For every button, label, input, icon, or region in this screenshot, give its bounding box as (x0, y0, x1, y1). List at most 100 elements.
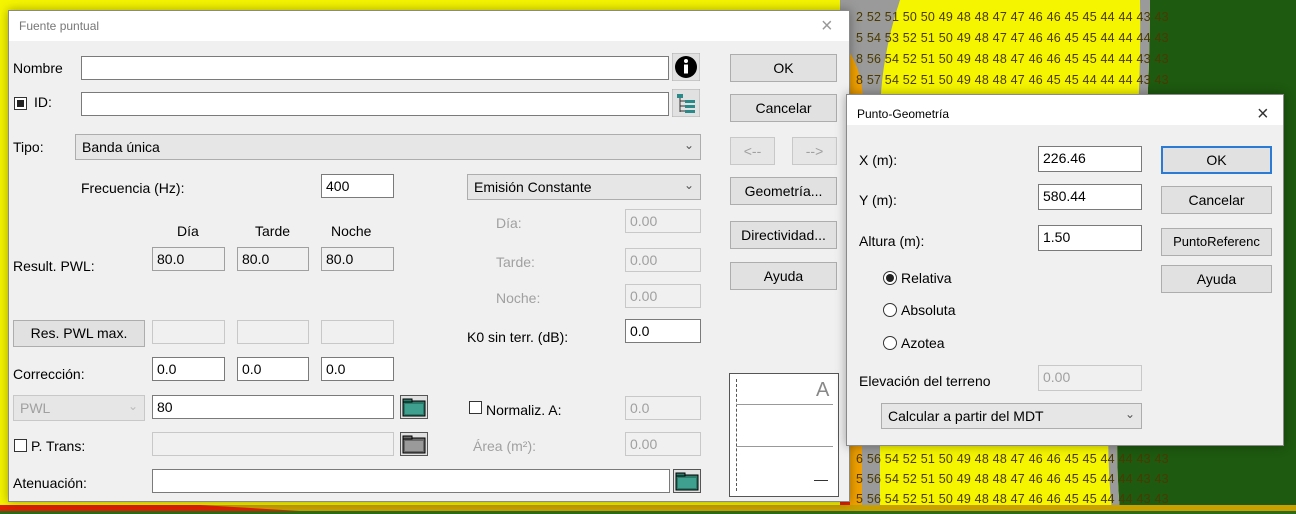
map-row-text: 5 56 54 52 51 50 49 48 48 47 46 46 45 45… (856, 492, 1169, 506)
id-input[interactable] (81, 92, 669, 116)
folder-icon (400, 432, 428, 456)
chevron-down-icon: ⌄ (127, 399, 138, 413)
preview-mark (814, 480, 828, 481)
map-row-text: 2 52 51 50 50 49 48 48 47 47 46 46 45 45… (856, 10, 1169, 24)
chevron-down-icon: ⌄ (1124, 407, 1135, 421)
frecuencia-input[interactable]: 400 (321, 174, 394, 198)
prev-button: <-- (730, 137, 775, 165)
ptrans-input (152, 432, 394, 456)
pwl-input[interactable]: 80 (152, 395, 394, 419)
ayuda-button[interactable]: Ayuda (730, 262, 837, 290)
ayuda-button[interactable]: Ayuda (1161, 265, 1272, 293)
info-icon[interactable] (672, 53, 700, 81)
frecuencia-label: Frecuencia (Hz): (81, 180, 185, 196)
x-input[interactable]: 226.46 (1038, 146, 1142, 172)
normaliz-label: Normaliz. A: (486, 402, 562, 418)
correccion-label: Corrección: (13, 366, 85, 382)
cancelar-button[interactable]: Cancelar (1161, 186, 1272, 214)
emision-select-value: Emisión Constante (474, 179, 592, 195)
cancelar-button[interactable]: Cancelar (730, 94, 837, 122)
result-pwl-tarde: 80.0 (237, 247, 309, 271)
id-checkbox[interactable] (14, 97, 27, 110)
emision-tarde-input: 0.00 (625, 248, 701, 272)
area-input: 0.00 (625, 432, 701, 456)
elevacion-input: 0.00 (1038, 365, 1142, 391)
col-tarde-header: Tarde (255, 223, 291, 239)
res-pwl-max-dia (152, 320, 225, 344)
preview-letter: A (816, 379, 830, 401)
col-dia-header: Día (177, 223, 199, 239)
result-pwl-noche: 80.0 (321, 247, 394, 271)
map-row-text: 5 54 53 52 51 50 49 48 47 47 46 46 45 45… (856, 31, 1169, 45)
y-input[interactable]: 580.44 (1038, 184, 1142, 210)
ptrans-checkbox[interactable] (14, 439, 27, 452)
normaliz-input: 0.0 (625, 396, 701, 420)
emision-tarde-label: Tarde: (496, 254, 535, 270)
k0-label: K0 sin terr. (dB): (467, 329, 569, 345)
correccion-tarde[interactable]: 0.0 (237, 357, 309, 381)
directividad-button[interactable]: Directividad... (730, 221, 837, 249)
res-pwl-max-noche (321, 320, 394, 344)
dialog-titlebar: Fuente puntual × (9, 11, 849, 41)
tipo-select[interactable]: Banda única ⌄ (75, 134, 701, 160)
emision-select[interactable]: Emisión Constante ⌄ (467, 174, 701, 200)
res-pwl-max-tarde (237, 320, 309, 344)
absoluta-radio[interactable] (883, 303, 897, 317)
tipo-label: Tipo: (13, 139, 44, 155)
tree-list-icon[interactable] (672, 89, 700, 117)
normaliz-checkbox[interactable] (469, 401, 482, 414)
map-row-text: 8 57 54 52 51 50 49 48 48 47 46 45 45 44… (856, 73, 1169, 87)
preview-axis (736, 379, 737, 491)
result-pwl-label: Result. PWL: (13, 258, 95, 274)
punto-referencia-button[interactable]: PuntoReferenc (1161, 228, 1272, 256)
next-button: --> (792, 137, 837, 165)
nombre-input[interactable] (81, 56, 669, 80)
correccion-noche[interactable]: 0.0 (321, 357, 394, 381)
folder-icon[interactable] (673, 469, 701, 493)
calcular-select[interactable]: Calcular a partir del MDT ⌄ (881, 403, 1142, 429)
emision-noche-label: Noche: (496, 290, 541, 306)
map-row-text: 5 56 54 52 51 50 49 48 48 47 46 46 45 45… (856, 472, 1169, 486)
id-label: ID: (34, 94, 52, 110)
atenuacion-input[interactable] (152, 469, 670, 493)
res-pwl-max-button[interactable]: Res. PWL max. (13, 320, 145, 347)
preview-line (736, 446, 833, 447)
calcular-select-value: Calcular a partir del MDT (888, 408, 1044, 424)
emision-noche-input: 0.00 (625, 284, 701, 308)
close-icon[interactable]: × (821, 16, 833, 36)
tipo-select-value: Banda única (82, 139, 160, 155)
geometria-button[interactable]: Geometría... (730, 177, 837, 205)
pwl-select-value: PWL (20, 400, 51, 416)
dialog-titlebar: Punto-Geometría × (847, 95, 1283, 125)
elevacion-label: Elevación del terreno (859, 373, 991, 389)
x-label: X (m): (859, 152, 898, 168)
close-icon[interactable]: × (1257, 104, 1269, 124)
absoluta-label: Absoluta (901, 302, 956, 318)
azotea-radio[interactable] (883, 336, 897, 350)
relativa-radio[interactable] (883, 271, 897, 285)
map-row-text: 8 56 54 52 51 50 49 48 48 47 46 46 45 45… (856, 52, 1169, 66)
folder-icon[interactable] (400, 395, 428, 419)
k0-input[interactable]: 0.0 (625, 319, 701, 343)
nombre-label: Nombre (13, 60, 63, 76)
ok-button[interactable]: OK (730, 54, 837, 82)
ok-button[interactable]: OK (1161, 146, 1272, 174)
dialog-title: Punto-Geometría (857, 107, 950, 121)
y-label: Y (m): (859, 192, 897, 208)
altura-input[interactable]: 1.50 (1038, 225, 1142, 251)
map-row-text: 6 56 54 52 51 50 49 48 48 47 46 46 45 45… (856, 452, 1169, 466)
atenuacion-label: Atenuación: (13, 475, 87, 491)
preview-line (736, 404, 833, 405)
ptrans-label: P. Trans: (31, 438, 86, 454)
emision-dia-label: Día: (496, 215, 522, 231)
emision-dia-input: 0.00 (625, 209, 701, 233)
correccion-dia[interactable]: 0.0 (152, 357, 225, 381)
dialog-title: Fuente puntual (19, 19, 100, 33)
altura-label: Altura (m): (859, 233, 925, 249)
fuente-puntual-dialog: Fuente puntual × Nombre ID: Tipo: Banda … (8, 10, 850, 502)
area-label: Área (m²): (473, 438, 536, 454)
result-pwl-dia: 80.0 (152, 247, 225, 271)
chevron-down-icon: ⌄ (683, 178, 694, 192)
punto-geometria-dialog: Punto-Geometría × X (m): 226.46 Y (m): 5… (846, 94, 1284, 446)
relativa-label: Relativa (901, 270, 952, 286)
